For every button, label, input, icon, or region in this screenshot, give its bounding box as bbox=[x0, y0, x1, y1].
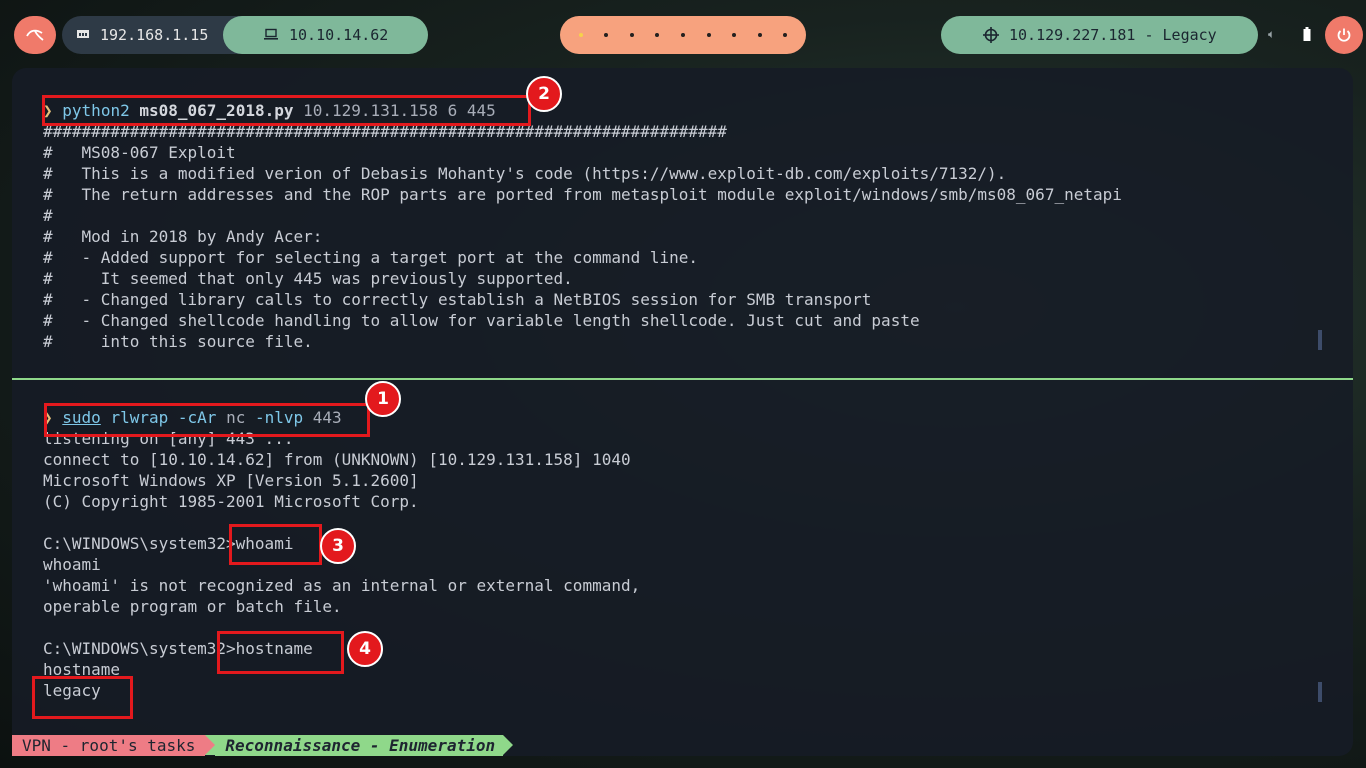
workspace-switcher[interactable] bbox=[560, 16, 806, 54]
annotation-box-exploit-command bbox=[42, 95, 531, 126]
launcher-button[interactable] bbox=[14, 16, 56, 54]
annotation-box-listener-command bbox=[44, 403, 370, 437]
output-line: operable program or batch file. bbox=[43, 597, 342, 616]
kali-dragon-icon bbox=[26, 29, 44, 41]
annotation-badge-3: 3 bbox=[320, 528, 356, 564]
powerline-separator bbox=[205, 735, 216, 755]
target-text: 10.129.227.181 - Legacy bbox=[1009, 26, 1217, 44]
workspace-dot[interactable] bbox=[629, 33, 634, 37]
annotation-badge-1: 1 bbox=[365, 381, 401, 417]
annotation-box-hostname bbox=[217, 631, 344, 674]
workspace-dot[interactable] bbox=[732, 33, 737, 37]
output-line: # - Changed shellcode handling to allow … bbox=[43, 311, 920, 330]
volume-icon[interactable]: 🔈︎ bbox=[1268, 27, 1275, 42]
workspace-dot[interactable] bbox=[680, 33, 685, 37]
power-button[interactable] bbox=[1325, 16, 1363, 54]
scrollbar-top[interactable] bbox=[1318, 330, 1322, 350]
output-line: Microsoft Windows XP [Version 5.1.2600] bbox=[43, 471, 419, 490]
workspace-dot[interactable] bbox=[578, 33, 583, 37]
network-icon bbox=[77, 30, 89, 38]
output-line: # MS08-067 Exploit bbox=[43, 143, 236, 162]
top-bar: 192.168.1.15 10.10.14.62 10.129.227.181 … bbox=[0, 0, 1366, 70]
workspace-dot[interactable] bbox=[757, 33, 762, 37]
output-line: whoami bbox=[43, 555, 101, 574]
power-icon bbox=[1337, 28, 1351, 42]
annotation-box-legacy bbox=[32, 676, 133, 719]
output-line: (C) Copyright 1985-2001 Microsoft Corp. bbox=[43, 492, 419, 511]
output-line: # into this source file. bbox=[43, 332, 313, 351]
annotation-badge-4: 4 bbox=[347, 631, 383, 667]
session-label[interactable]: VPN - root's tasks bbox=[12, 735, 206, 756]
output-line: # - Changed library calls to correctly e… bbox=[43, 290, 872, 309]
workspace-dot[interactable] bbox=[655, 33, 660, 37]
vpn-ip-text: 10.10.14.62 bbox=[289, 26, 389, 44]
scrollbar-bottom[interactable] bbox=[1318, 682, 1322, 702]
output-line: # It seemed that only 445 was previously… bbox=[43, 269, 573, 288]
laptop-icon bbox=[264, 28, 278, 40]
output-line: # The return addresses and the ROP parts… bbox=[43, 185, 1122, 204]
workspace-dot[interactable] bbox=[706, 33, 711, 37]
powerline-separator bbox=[503, 735, 514, 755]
workspace-dot[interactable] bbox=[604, 33, 609, 37]
target-widget[interactable]: 10.129.227.181 - Legacy bbox=[941, 16, 1258, 54]
window-label[interactable]: Reconnaissance - Enumeration bbox=[215, 735, 504, 756]
output-line: # bbox=[43, 206, 53, 225]
output-line: # Mod in 2018 by Andy Acer: bbox=[43, 227, 323, 246]
vpn-ip-widget[interactable]: 10.10.14.62 bbox=[223, 16, 428, 54]
workspace-dot[interactable] bbox=[783, 33, 788, 37]
local-ip-text: 192.168.1.15 bbox=[100, 26, 209, 44]
output-line: connect to [10.10.14.62] from (UNKNOWN) … bbox=[43, 450, 631, 469]
tmux-status-bar: VPN - root's tasks Reconnaissance - Enum… bbox=[12, 735, 514, 756]
crosshair-icon bbox=[983, 27, 999, 43]
annotation-badge-2: 2 bbox=[526, 76, 562, 112]
output-line: # - Added support for selecting a target… bbox=[43, 248, 699, 267]
annotation-box-whoami bbox=[229, 524, 322, 565]
output-line: 'whoami' is not recognized as an interna… bbox=[43, 576, 641, 595]
output-line: # This is a modified verion of Debasis M… bbox=[43, 164, 1007, 183]
battery-icon bbox=[1303, 27, 1311, 41]
